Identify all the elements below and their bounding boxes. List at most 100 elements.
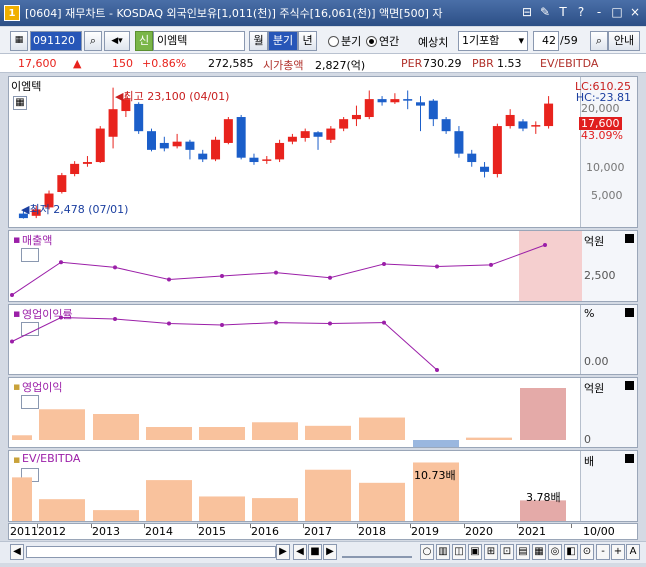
tool-icon-6[interactable]: ⊡ xyxy=(500,544,514,560)
help-icon[interactable]: ? xyxy=(574,4,588,20)
tool-icon-5[interactable]: ⊞ xyxy=(484,544,498,560)
tool-icon-4[interactable]: ▣ xyxy=(468,544,482,560)
tool-icon-8[interactable]: ▦ xyxy=(532,544,546,560)
candle-body xyxy=(223,119,233,143)
tool-icon-7[interactable]: ▤ xyxy=(516,544,530,560)
forecast-label: 예상치 xyxy=(418,36,449,49)
sound-icon[interactable]: ◀▾ xyxy=(104,31,130,51)
sales-point xyxy=(543,243,547,248)
window-titlebar: 1 [0604] 재무차트 - KOSDAQ 외국인보유[1,011(천)] 주… xyxy=(0,0,646,26)
zoom-reset-icon[interactable]: ⊙ xyxy=(580,544,594,560)
close-panel-icon[interactable] xyxy=(625,454,634,463)
ev-label-2021: 3.78배 xyxy=(526,491,561,504)
per-label: PER xyxy=(401,57,423,70)
price-chart-panel[interactable]: 이엠텍 ▦ ◀최고 23,100 (04/01) ◀최저 2,478 (07/0… xyxy=(8,76,638,228)
zoom-icon[interactable]: ⌕ xyxy=(590,31,608,51)
edit-icon[interactable]: ✎ xyxy=(538,4,552,20)
sales-ytick: 2,500 xyxy=(584,269,616,282)
evebitda-panel[interactable]: ▪ EV/EBITDA 배 10.73배 3.78배 xyxy=(8,450,638,522)
candle-body xyxy=(147,131,156,150)
candle-body xyxy=(326,128,336,140)
tool-icon-1[interactable]: ○ xyxy=(420,544,434,560)
x-axis-tick xyxy=(464,524,465,528)
volume: 272,585 xyxy=(208,57,254,70)
page-total: /59 xyxy=(560,34,578,47)
font-size-icon[interactable]: A xyxy=(626,544,640,560)
op-bar xyxy=(359,417,405,440)
stop-icon[interactable]: ■ xyxy=(308,544,322,560)
x-axis-label: 2014 xyxy=(145,525,173,538)
chevron-down-icon: ▾ xyxy=(518,34,524,47)
ev-bar xyxy=(39,499,85,521)
minimize-button[interactable]: - xyxy=(592,4,606,20)
sales-panel[interactable]: ▪ 매출액 억원 2,500 xyxy=(8,230,638,302)
page-input[interactable]: 42 xyxy=(533,31,559,51)
forecast-select[interactable]: 1기포함 ▾ xyxy=(458,31,528,51)
tab-quarterly[interactable]: 분기 xyxy=(268,31,298,51)
zoom-out-icon[interactable]: - xyxy=(596,544,610,560)
stock-name-field[interactable]: 이엠텍 xyxy=(153,31,245,51)
candle-body xyxy=(70,163,80,175)
radio-quarter[interactable]: 분기 xyxy=(328,33,361,49)
scroll-right-icon[interactable]: ▶ xyxy=(276,544,290,560)
ev-bar xyxy=(146,480,192,521)
op-profit-panel[interactable]: ▪ 영업이익 억원 0 xyxy=(8,377,638,448)
tool-icon-2[interactable]: ▥ xyxy=(436,544,450,560)
margin-panel[interactable]: ▪ 영업이익률 % 0.00 xyxy=(8,304,638,375)
radio-quarter-circle[interactable] xyxy=(328,35,339,47)
radio-annual[interactable]: 연간 xyxy=(366,33,399,49)
stock-code-input[interactable]: 091120 xyxy=(30,31,82,51)
guide-button[interactable]: 안내 xyxy=(608,31,640,51)
candle-body xyxy=(313,132,323,137)
x-axis-label: 2017 xyxy=(304,525,332,538)
candle-body xyxy=(236,117,246,158)
close-button[interactable]: × xyxy=(628,4,642,20)
tool-icon-9[interactable]: ◎ xyxy=(548,544,562,560)
ev-bar xyxy=(359,482,405,521)
layout-icon[interactable]: ⊟ xyxy=(520,4,534,20)
tool-icon-10[interactable]: ◧ xyxy=(564,544,578,560)
op-bar-chart xyxy=(12,388,566,448)
sales-point xyxy=(382,261,386,266)
sales-line-chart xyxy=(10,243,547,297)
tab-monthly[interactable]: 월 xyxy=(249,31,268,51)
op-ytick: 0 xyxy=(584,433,591,446)
close-panel-icon[interactable] xyxy=(625,234,634,243)
candle-body xyxy=(518,121,528,129)
font-icon[interactable]: T xyxy=(556,4,570,20)
candle-body xyxy=(82,162,92,164)
sales-point xyxy=(59,260,63,265)
speed-slider[interactable] xyxy=(342,546,412,558)
x-axis-tick xyxy=(250,524,251,528)
pbr-value: 1.53 xyxy=(497,57,522,70)
x-axis-label: 10/00 xyxy=(583,525,615,538)
op-bar xyxy=(12,435,32,440)
candle-body xyxy=(351,114,361,120)
stock-grid-icon[interactable]: ▦ xyxy=(10,31,28,51)
zoom-in-icon[interactable]: + xyxy=(611,544,625,560)
tab-yearly[interactable]: 년 xyxy=(298,31,317,51)
tool-icon-3[interactable]: ◫ xyxy=(452,544,466,560)
maximize-button[interactable]: □ xyxy=(610,4,624,20)
ev-bar xyxy=(93,510,139,521)
scrollbar[interactable] xyxy=(26,546,276,558)
up-arrow-icon: ▲ xyxy=(73,57,82,70)
candle-body xyxy=(262,159,272,161)
candle-body xyxy=(377,99,387,103)
radio-annual-circle[interactable] xyxy=(366,35,377,47)
close-panel-icon[interactable] xyxy=(625,308,634,317)
ytick-10000: 10,000 xyxy=(586,161,625,174)
close-panel-icon[interactable] xyxy=(625,381,634,390)
candle-body xyxy=(505,114,515,127)
scroll-left-icon[interactable]: ◀ xyxy=(10,544,24,560)
x-axis-tick xyxy=(357,524,358,528)
margin-point xyxy=(382,320,386,325)
search-icon[interactable]: ⌕ xyxy=(84,31,102,51)
op-unit: 억원 xyxy=(584,382,605,395)
market-cap-value: 2,827(억) xyxy=(315,59,366,72)
play-icon[interactable]: ▶ xyxy=(323,544,337,560)
window-title: [0604] 재무차트 - KOSDAQ 외국인보유[1,011(천)] 주식수… xyxy=(25,7,443,20)
x-axis-label: 2015 xyxy=(198,525,226,538)
candle-body xyxy=(480,166,490,172)
step-back-icon[interactable]: ◀ xyxy=(293,544,307,560)
